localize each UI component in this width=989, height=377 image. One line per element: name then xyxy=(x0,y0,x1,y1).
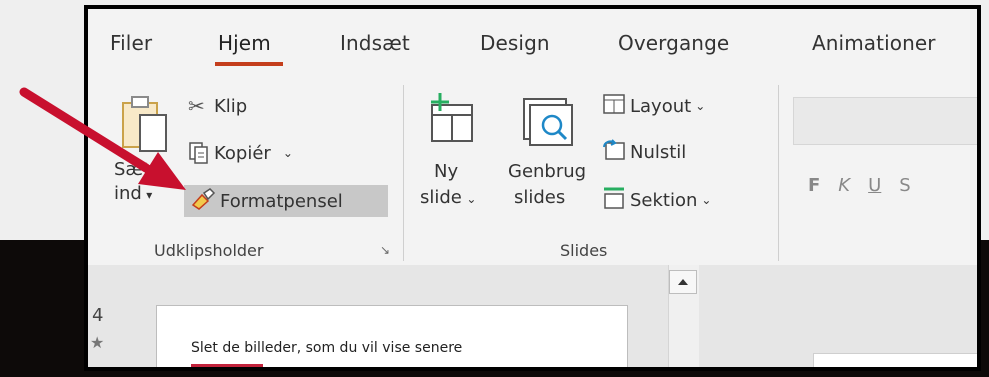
layout-button[interactable]: Layout ⌄ xyxy=(602,91,705,121)
tab-overgange[interactable]: Overgange xyxy=(618,31,729,55)
chevron-down-icon[interactable]: ⌄ xyxy=(283,146,293,160)
slide-thumbnail-pane: 4 ★ Slet de billeder, som du vil vise se… xyxy=(88,265,700,367)
reuse-slides-icon xyxy=(522,95,574,156)
new-slide-dropdown[interactable]: slide ⌄ xyxy=(420,187,476,208)
chevron-down-icon: ⌄ xyxy=(701,193,712,207)
scissors-icon: ✂ xyxy=(188,95,205,118)
tab-design[interactable]: Design xyxy=(480,31,550,55)
slide-thumbnail[interactable]: Slet de billeder, som du vil vise senere xyxy=(156,305,628,367)
scroll-up-button[interactable] xyxy=(669,270,697,294)
ribbon-home: Sæt ind ▾ ✂ Klip Kopiér ⌄ Formatpensel U… xyxy=(88,75,977,265)
format-painter-button[interactable]: Formatpensel xyxy=(184,185,388,217)
paste-button[interactable]: Sæt ind ▾ xyxy=(114,89,182,207)
slide-number: 4 xyxy=(92,305,104,326)
clipboard-group-label: Udklipsholder xyxy=(154,241,264,260)
workspace: 4 ★ Slet de billeder, som du vil vise se… xyxy=(88,265,977,367)
layout-icon xyxy=(602,93,630,120)
chevron-down-icon: ⌄ xyxy=(695,99,706,113)
powerpoint-window: Filer Hjem Indsæt Design Overgange Anima… xyxy=(84,5,981,371)
reuse-slides-label-top: Genbrug xyxy=(508,161,587,182)
new-slide-label-bottom: slide xyxy=(420,187,462,208)
new-slide-icon xyxy=(426,91,478,152)
reuse-slides-button[interactable]: Genbrug slides xyxy=(508,89,592,219)
cut-label: Klip xyxy=(214,95,248,117)
italic-button[interactable]: K xyxy=(838,175,850,196)
title-accent-bar xyxy=(191,364,263,367)
group-separator xyxy=(403,85,404,261)
new-slide-button[interactable]: Ny slide ⌄ xyxy=(420,89,478,219)
layout-label: Layout xyxy=(630,95,692,117)
paste-label-top: Sæt xyxy=(114,159,151,180)
tab-filer[interactable]: Filer xyxy=(110,31,152,55)
strikethrough-button[interactable]: S xyxy=(899,175,910,196)
reuse-slides-label-bottom: slides xyxy=(514,187,566,208)
copy-icon xyxy=(188,141,214,165)
group-separator xyxy=(778,85,779,261)
ribbon-tabs: Filer Hjem Indsæt Design Overgange Anima… xyxy=(88,9,977,75)
thumbnail-scrollbar[interactable] xyxy=(668,265,699,367)
slide-thumbnail-title: Slet de billeder, som du vil vise senere xyxy=(191,340,463,356)
tab-animationer[interactable]: Animationer xyxy=(812,31,936,55)
slides-group-label: Slides xyxy=(560,241,608,260)
font-format-buttons: F K U S xyxy=(808,175,911,196)
section-label: Sektion xyxy=(630,189,698,211)
dialog-launcher-icon[interactable]: ↘ xyxy=(380,243,390,257)
copy-label: Kopiér xyxy=(214,142,271,164)
section-button[interactable]: Sektion ⌄ xyxy=(602,185,711,215)
clipboard-icon xyxy=(120,93,172,153)
paste-label-bottom: ind xyxy=(114,183,142,204)
paste-dropdown[interactable]: ind ▾ xyxy=(114,183,152,204)
chevron-down-icon: ▾ xyxy=(146,188,153,202)
animation-star-icon: ★ xyxy=(90,335,105,352)
format-painter-label: Formatpensel xyxy=(220,190,343,212)
slide-editor[interactable] xyxy=(703,265,977,367)
new-slide-label-top: Ny xyxy=(434,161,459,182)
underline-button[interactable]: U xyxy=(868,175,881,196)
section-icon xyxy=(602,186,630,215)
active-tab-underline xyxy=(215,62,283,66)
cut-button[interactable]: ✂ Klip xyxy=(188,91,247,121)
copy-button[interactable]: Kopiér ⌄ xyxy=(188,138,293,168)
reset-button[interactable]: Nulstil xyxy=(602,137,686,167)
format-painter-icon xyxy=(184,187,220,216)
reset-label: Nulstil xyxy=(630,141,687,163)
font-name-input[interactable] xyxy=(793,97,977,145)
chevron-down-icon: ⌄ xyxy=(466,192,477,206)
reset-icon xyxy=(602,138,630,166)
tab-indsaet[interactable]: Indsæt xyxy=(340,31,410,55)
scroll-up-arrow-icon xyxy=(678,279,688,285)
tab-hjem[interactable]: Hjem xyxy=(218,31,271,55)
slide-canvas[interactable] xyxy=(813,353,977,367)
bold-button[interactable]: F xyxy=(808,175,820,196)
